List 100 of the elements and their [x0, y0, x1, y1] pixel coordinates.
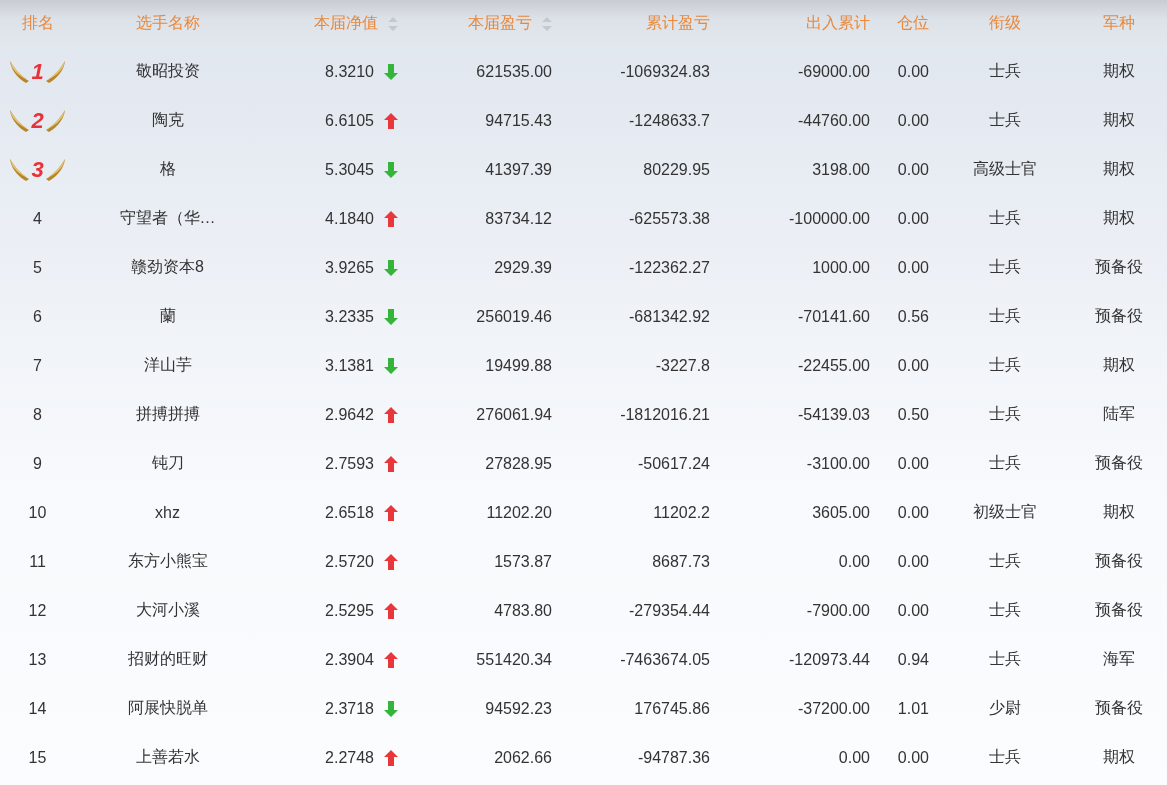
cumulative-profit: -279354.44 [629, 601, 710, 620]
branch-label: 预备役 [1094, 306, 1143, 326]
cumulative-profit: -1248633.7 [629, 111, 710, 130]
position-ratio: 0.00 [897, 111, 929, 130]
rank-number: 1 [31, 58, 44, 85]
rank-number: 2 [31, 107, 44, 134]
sort-icon[interactable] [542, 16, 552, 31]
cumulative-profit: -7463674.05 [620, 650, 710, 669]
cumulative-profit: 176745.86 [634, 699, 710, 718]
position-ratio: 0.94 [897, 650, 929, 669]
net-value: 2.9642 [325, 405, 374, 424]
position-ratio: 0.50 [897, 405, 929, 424]
cumulative-profit: -3227.8 [655, 356, 710, 375]
period-profit: 4783.80 [494, 601, 552, 620]
period-profit: 256019.46 [476, 307, 552, 326]
cash-flow: 3605.00 [812, 503, 870, 522]
player-name: 洋山芋 [143, 355, 192, 375]
position-ratio: 0.00 [897, 503, 929, 522]
rank-number: 13 [28, 650, 47, 669]
rank-title: 士兵 [989, 306, 1021, 326]
net-value: 3.9265 [325, 258, 374, 277]
cumulative-profit: -1069324.83 [620, 62, 710, 81]
branch-label: 期权 [1102, 159, 1135, 179]
rank-title: 士兵 [989, 355, 1021, 375]
player-name: 敬昭投资 [135, 61, 200, 81]
cumulative-profit: -50617.24 [637, 454, 710, 473]
column-header: 衔级 [989, 13, 1021, 33]
net-value: 3.2335 [325, 307, 374, 326]
net-value: 2.2748 [325, 748, 374, 767]
cash-flow: -120973.44 [789, 650, 870, 669]
period-profit: 19499.88 [485, 356, 552, 375]
branch-label: 预备役 [1094, 698, 1143, 718]
sort-icon[interactable] [388, 16, 398, 31]
net-value: 3.1381 [325, 356, 374, 375]
player-name: xhz [155, 503, 180, 522]
rank-number: 6 [33, 307, 42, 326]
period-profit: 94715.43 [485, 111, 552, 130]
net-value: 2.3718 [325, 699, 374, 718]
branch-label: 预备役 [1094, 600, 1143, 620]
rank-title: 初级士官 [973, 502, 1037, 522]
rank-number: 15 [28, 748, 47, 767]
rank-title: 士兵 [989, 208, 1021, 228]
player-name: 陶克 [151, 110, 184, 130]
period-profit: 27828.95 [485, 454, 552, 473]
period-profit: 94592.23 [485, 699, 552, 718]
position-ratio: 0.00 [897, 454, 929, 473]
rank-title: 士兵 [989, 404, 1021, 424]
column-header[interactable]: 本届净值 [314, 13, 378, 34]
column-header: 出入累计 [806, 13, 870, 33]
rank-number: 9 [33, 454, 42, 473]
rank-number: 3 [31, 156, 44, 183]
player-name: 钝刀 [151, 453, 184, 473]
period-profit: 621535.00 [476, 62, 552, 81]
player-name: 招财的旺财 [127, 649, 208, 669]
cumulative-profit: -1812016.21 [620, 405, 710, 424]
period-profit: 83734.12 [485, 209, 552, 228]
rank-title: 士兵 [989, 551, 1021, 571]
branch-label: 期权 [1102, 355, 1135, 375]
player-name: 守望者（华… [119, 208, 216, 228]
cumulative-profit: -122362.27 [629, 258, 710, 277]
cumulative-profit: -625573.38 [629, 209, 710, 228]
cash-flow: -3100.00 [806, 454, 870, 473]
cash-flow: -7900.00 [806, 601, 870, 620]
player-name: 拼搏拼搏 [135, 404, 200, 424]
period-profit: 276061.94 [476, 405, 552, 424]
branch-label: 预备役 [1094, 453, 1143, 473]
cash-flow: -37200.00 [797, 699, 870, 718]
cumulative-profit: 8687.73 [652, 552, 710, 571]
position-ratio: 0.00 [897, 748, 929, 767]
branch-label: 期权 [1102, 61, 1135, 81]
branch-label: 预备役 [1094, 257, 1143, 277]
position-ratio: 1.01 [897, 699, 929, 718]
column-header: 排名 [21, 13, 54, 33]
position-ratio: 0.00 [897, 601, 929, 620]
cumulative-profit: -681342.92 [629, 307, 710, 326]
cumulative-profit: 11202.2 [653, 503, 710, 522]
player-name: 蘭 [159, 306, 176, 326]
net-value: 8.3210 [325, 62, 374, 81]
column-header: 选手名称 [135, 13, 200, 33]
branch-label: 期权 [1102, 208, 1135, 228]
rank-title: 士兵 [989, 747, 1021, 767]
period-profit: 2062.66 [494, 748, 552, 767]
position-ratio: 0.00 [897, 356, 929, 375]
cash-flow: 3198.00 [812, 160, 870, 179]
period-profit: 1573.87 [494, 552, 552, 571]
net-value: 2.3904 [325, 650, 374, 669]
rank-title: 高级士官 [973, 159, 1037, 179]
column-header: 军种 [1102, 13, 1135, 33]
branch-label: 期权 [1102, 502, 1135, 522]
net-value: 2.5295 [325, 601, 374, 620]
position-ratio: 0.56 [897, 307, 929, 326]
branch-label: 海军 [1102, 649, 1135, 669]
branch-label: 期权 [1102, 747, 1135, 767]
branch-label: 预备役 [1094, 551, 1143, 571]
column-header[interactable]: 本届盈亏 [468, 13, 532, 34]
column-header: 仓位 [897, 13, 929, 33]
net-value: 5.3045 [325, 160, 374, 179]
player-name: 格 [159, 159, 176, 179]
player-name: 阿展快脱单 [127, 698, 208, 718]
position-ratio: 0.00 [897, 258, 929, 277]
